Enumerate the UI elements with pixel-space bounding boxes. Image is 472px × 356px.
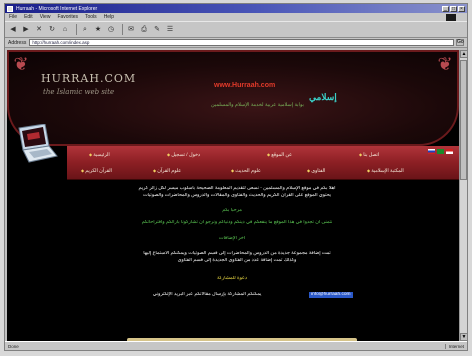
section-heading: آخر الإضافات	[218, 236, 246, 241]
nav-bar: الرئيسية دخول / تسجيل عن الموقع اتصل بنا…	[67, 146, 459, 180]
mail-icon[interactable]: ✉	[126, 25, 136, 35]
nav-item-about[interactable]: عن الموقع	[267, 152, 292, 158]
main-content: أهلاً بكم في موقع الإسلام والمسلمين - نس…	[7, 180, 459, 341]
site-logo[interactable]: HURRAH.COM	[41, 72, 136, 85]
menu-view[interactable]: View	[40, 14, 51, 20]
forward-icon[interactable]: ▶	[21, 25, 31, 35]
favorites-icon[interactable]: ★	[93, 25, 103, 35]
menu-edit[interactable]: Edit	[24, 14, 33, 20]
discuss-icon[interactable]: ☰	[165, 25, 175, 35]
site-banner: ❦ ❦ HURRAH.COM the Islamic web site www.…	[7, 50, 459, 146]
flag-icon[interactable]	[428, 149, 435, 154]
site-tagline: the Islamic web site	[43, 88, 115, 96]
menu-help[interactable]: Help	[104, 14, 114, 20]
ornament-icon: ❦	[13, 54, 29, 74]
menu-favorites[interactable]: Favorites	[57, 14, 78, 20]
window-title: Hurraah - Microsoft Internet Explorer	[16, 5, 98, 12]
menu-file[interactable]: File	[9, 14, 17, 20]
print-icon[interactable]: ⎙	[139, 25, 149, 35]
content-text: يحتوي الموقع على القرآن الكريم والحديث و…	[142, 193, 332, 198]
content-text: يمكنكم المشاركة بإرسال مقالاتكم عبر البر…	[152, 292, 262, 297]
go-button[interactable]: Go	[456, 39, 464, 46]
security-zone: Internet	[444, 343, 464, 349]
vertical-scrollbar[interactable]: ▲ ▼	[459, 50, 468, 341]
content-text: نتمنى أن تجدوا في هذا الموقع ما ينفعكم ف…	[141, 220, 333, 225]
back-icon[interactable]: ◀	[8, 25, 18, 35]
nav-item-hadith[interactable]: علوم الحديث	[231, 168, 261, 174]
toolbar-divider	[122, 24, 123, 35]
section-heading: دعوة للمشاركة	[216, 276, 248, 281]
title-bar: Hurraah - Microsoft Internet Explorer _ …	[5, 4, 467, 13]
nav-item-contact[interactable]: اتصل بنا	[359, 152, 379, 158]
close-button[interactable]: ×	[458, 5, 465, 12]
site-url[interactable]: www.Hurraah.com	[214, 82, 275, 89]
ornament-icon: ❦	[437, 54, 453, 74]
nav-item-quran-sciences[interactable]: علوم القرآن	[153, 168, 181, 174]
home-icon[interactable]: ⌂	[60, 25, 70, 35]
content-text: أهلاً بكم في موقع الإسلام والمسلمين - نس…	[138, 186, 336, 191]
content-text: وكذلك تمت إضافة عدد من الفتاوى الجديدة إ…	[177, 258, 297, 263]
minimize-button[interactable]: _	[442, 5, 449, 12]
status-bar: Done Internet	[5, 341, 467, 350]
address-bar: Address http://hurraah.com/index.asp Go	[5, 38, 467, 48]
nav-item-login[interactable]: دخول / تسجيل	[167, 152, 200, 158]
refresh-icon[interactable]: ↻	[47, 25, 57, 35]
maximize-button[interactable]: □	[450, 5, 457, 12]
language-flags	[426, 149, 453, 154]
nav-item-library[interactable]: المكتبة الإسلامية	[367, 168, 404, 174]
scroll-up-icon[interactable]: ▲	[460, 50, 468, 58]
stop-icon[interactable]: ✕	[34, 25, 44, 35]
address-input[interactable]: http://hurraah.com/index.asp	[29, 39, 454, 46]
history-icon[interactable]: ◷	[106, 25, 116, 35]
content-text: تمت إضافة مجموعة جديدة من الدروس والمحاض…	[143, 251, 331, 256]
ie-icon	[7, 5, 13, 12]
arabic-subtitle: بوابة إسلامية عربية لخدمة الإسلام والمسل…	[211, 102, 304, 108]
windows-logo-icon	[446, 13, 456, 21]
menu-tools[interactable]: Tools	[85, 14, 97, 20]
flag-icon[interactable]	[446, 149, 453, 154]
section-heading: مرحباً بكم	[222, 208, 242, 213]
menu-bar: File Edit View Favorites Tools Help	[5, 13, 467, 21]
browser-window: Hurraah - Microsoft Internet Explorer _ …	[4, 3, 468, 351]
email-link[interactable]: info@hurraah.com	[309, 292, 353, 298]
flag-icon[interactable]	[437, 149, 444, 154]
nav-item-fatwa[interactable]: الفتاوى	[307, 168, 325, 174]
status-text: Done	[8, 343, 19, 349]
search-icon[interactable]: ⌕	[80, 25, 90, 35]
address-label: Address	[8, 39, 27, 46]
scroll-down-icon[interactable]: ▼	[460, 333, 468, 341]
arabic-title: إسلامي	[309, 92, 337, 102]
toolbar-divider	[76, 24, 77, 35]
nav-item-quran[interactable]: القرآن الكريم	[81, 168, 112, 174]
page-viewport: ❦ ❦ HURRAH.COM the Islamic web site www.…	[7, 50, 459, 341]
toolbar: ◀ ▶ ✕ ↻ ⌂ ⌕ ★ ◷ ✉ ⎙ ✎ ☰	[5, 21, 467, 38]
laptop-illustration	[18, 124, 58, 163]
scroll-thumb[interactable]	[460, 60, 467, 180]
nav-item-home[interactable]: الرئيسية	[89, 152, 110, 158]
edit-icon[interactable]: ✎	[152, 25, 162, 35]
